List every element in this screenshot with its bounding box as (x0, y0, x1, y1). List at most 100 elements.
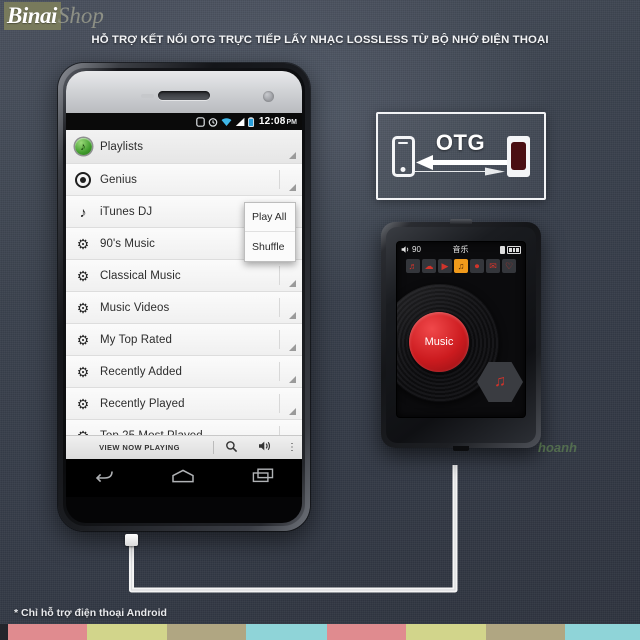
playlist-list[interactable]: Playlists Genius ♪ iTunes DJ (66, 130, 302, 435)
menu-item-play-all[interactable]: Play All (245, 203, 295, 232)
mp3-player-device: 90 音乐 ♬ ☁ ▶ ♫ ⏺ ✉ ♡ Music ♫ (381, 219, 541, 451)
volume-indicator: 90 (401, 245, 421, 254)
list-item-recently-played[interactable]: ⚙ Recently Played (66, 388, 302, 420)
gear-icon: ⚙ (76, 235, 90, 252)
list-item-music-videos[interactable]: ⚙ Music Videos (66, 292, 302, 324)
gear-icon: ⚙ (76, 363, 90, 380)
status-bar-icons (196, 116, 255, 127)
list-item-my-top-rated[interactable]: ⚙ My Top Rated (66, 324, 302, 356)
color-stripe (486, 624, 566, 640)
gear-icon: ⚙ (76, 299, 90, 316)
row-divider (279, 298, 280, 317)
expand-corner-icon[interactable] (289, 280, 296, 287)
expand-corner-icon[interactable] (289, 312, 296, 319)
smartphone-icon (392, 135, 415, 177)
android-navigation-bar[interactable] (66, 459, 302, 497)
volume-value: 90 (412, 245, 421, 254)
music-button[interactable]: Music (409, 312, 469, 372)
bottom-color-stripes (0, 624, 640, 640)
row-divider (279, 330, 280, 349)
list-item-label: Recently Played (100, 397, 185, 410)
settings-icon[interactable]: ♡ (502, 259, 516, 273)
list-item-classical-music[interactable]: ⚙ Classical Music (66, 260, 302, 292)
ebook-icon[interactable]: ✉ (486, 259, 500, 273)
color-stripe (565, 624, 640, 640)
player-menu-icon-row[interactable]: ♬ ☁ ▶ ♫ ⏺ ✉ ♡ (397, 257, 525, 276)
list-item-top-25-most-played[interactable]: ⚙ Top 25 Most Played (66, 420, 302, 435)
list-item-playlists[interactable]: Playlists (66, 130, 302, 164)
player-screen: 90 音乐 ♬ ☁ ▶ ♫ ⏺ ✉ ♡ Music ♫ (397, 242, 525, 417)
player-status-bar: 90 音乐 (397, 242, 525, 257)
home-icon[interactable] (171, 469, 195, 488)
signal-icon (235, 117, 245, 126)
list-item-genius[interactable]: Genius (66, 164, 302, 196)
list-item-label: iTunes DJ (100, 205, 153, 218)
list-item-label: Playlists (100, 140, 144, 153)
gear-icon: ⚙ (76, 395, 90, 412)
player-usb-port (453, 446, 469, 451)
otg-diagram-box: OTG (376, 112, 546, 200)
player-screen-title: 音乐 (452, 245, 469, 254)
row-divider (279, 426, 280, 435)
player-power-button[interactable] (450, 219, 472, 224)
expand-corner-icon[interactable] (289, 184, 296, 191)
video-icon[interactable]: ▶ (438, 259, 452, 273)
front-camera-icon (263, 91, 274, 102)
headline-text: HỖ TRỢ KẾT NỐI OTG TRỰC TIẾP LẤY NHẠC LO… (91, 34, 549, 46)
android-status-bar: 12:08PM (66, 113, 302, 130)
watermark-text: hoanh (538, 440, 577, 455)
radio-icon[interactable]: ☁ (422, 259, 436, 273)
player-body: 90 音乐 ♬ ☁ ▶ ♫ ⏺ ✉ ♡ Music ♫ (386, 227, 536, 443)
list-item-label: 90's Music (100, 237, 155, 250)
color-stripe (86, 624, 168, 640)
music-icon[interactable]: ♫ (454, 259, 468, 273)
color-stripe (7, 624, 87, 640)
search-icon[interactable] (214, 440, 248, 456)
phone-top-bezel (66, 71, 302, 113)
battery-full-icon (507, 245, 521, 254)
expand-corner-icon[interactable] (289, 344, 296, 351)
earpiece-speaker (158, 91, 210, 100)
list-item-label: Genius (100, 173, 138, 186)
brand-logo: BinaiShop (4, 2, 104, 32)
app-bottom-toolbar[interactable]: VIEW NOW PLAYING ⋮ (66, 435, 302, 459)
expand-corner-icon[interactable] (289, 152, 296, 159)
headphones-icon: ♪ (79, 203, 87, 220)
recordings-icon[interactable]: ♬ (406, 259, 420, 273)
list-item-recently-added[interactable]: ⚙ Recently Added (66, 356, 302, 388)
row-divider (279, 266, 280, 285)
status-bar-clock: 12:08PM (258, 116, 297, 127)
poster-root: BinaiShop HỖ TRỢ KẾT NỐI OTG TRỰC TIẾP L… (0, 0, 640, 640)
clock-icon[interactable]: ⏺ (470, 259, 484, 273)
overflow-menu-icon[interactable]: ⋮ (282, 442, 302, 453)
expand-corner-icon[interactable] (289, 376, 296, 383)
list-item-label: Top 25 Most Played (100, 430, 203, 436)
playlist-music-icon (66, 138, 100, 155)
row-divider (279, 362, 280, 381)
battery-icon (247, 116, 254, 127)
mp3-player-icon (506, 135, 530, 177)
gear-icon: ⚙ (76, 331, 90, 348)
context-menu-popup[interactable]: Play All Shuffle (244, 202, 296, 262)
list-item-label: Music Videos (100, 301, 170, 314)
expand-corner-icon[interactable] (289, 408, 296, 415)
list-item-label: My Top Rated (100, 333, 172, 346)
color-stripe (405, 624, 487, 640)
mp3-player-screen-icon (510, 142, 526, 170)
alarm-icon (208, 117, 218, 127)
otg-label: OTG (435, 129, 486, 155)
volume-icon[interactable] (248, 440, 282, 455)
row-divider (279, 394, 280, 413)
menu-item-shuffle[interactable]: Shuffle (245, 232, 295, 261)
otg-label-group: OTG (414, 129, 507, 181)
brand-logo-primary: Binai (4, 2, 61, 30)
speaker-icon (401, 246, 409, 253)
back-icon[interactable] (94, 469, 114, 488)
wifi-icon (221, 117, 232, 126)
recents-icon[interactable] (252, 468, 274, 488)
gear-icon: ⚙ (66, 429, 100, 436)
phone-screen-area: 12:08PM Playlists Genius (66, 71, 302, 523)
view-now-playing-button[interactable]: VIEW NOW PLAYING (66, 443, 213, 452)
color-stripe (167, 624, 247, 640)
list-item-label: Classical Music (100, 269, 181, 282)
